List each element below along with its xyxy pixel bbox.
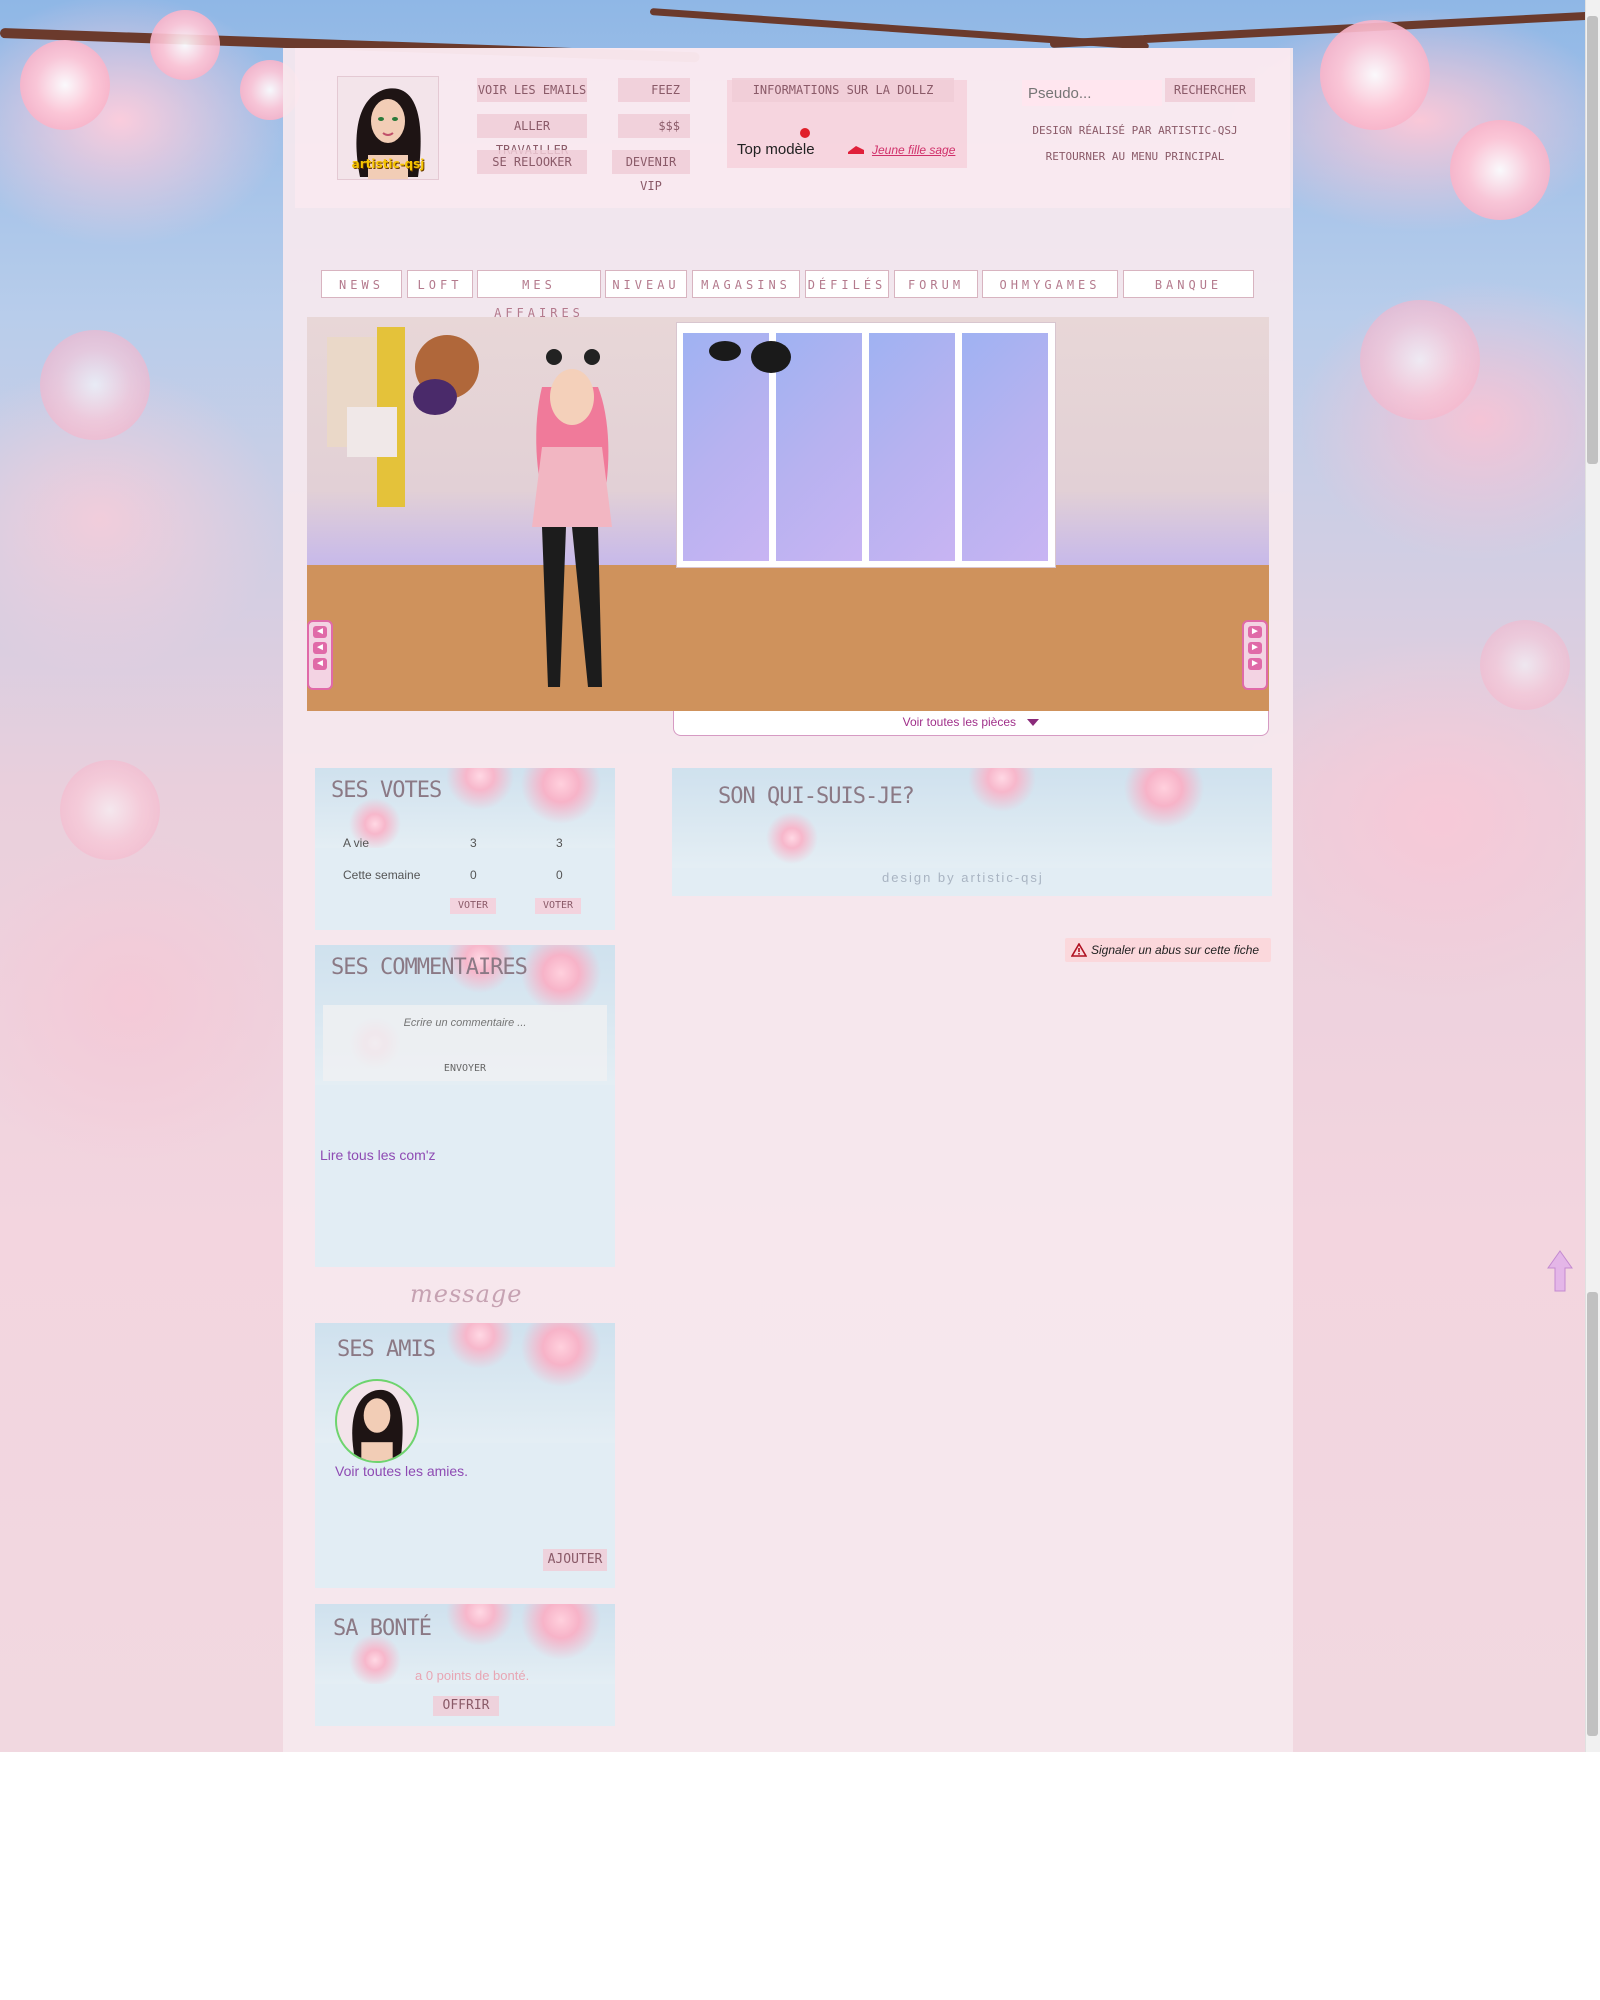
votes-week-a: 0 [470, 868, 477, 882]
header-avatar[interactable]: artistic-qsj [337, 76, 439, 180]
votes-week-label: Cette semaine [343, 868, 421, 882]
votes-lifetime-label: A vie [343, 836, 370, 850]
friends-title: SES AMIS [337, 1337, 436, 1362]
votes-panel: SES VOTES A vie 3 3 Cette semaine 0 0 VO… [315, 768, 615, 930]
vote-button-b[interactable]: VOTER [535, 898, 581, 914]
feez-link[interactable]: Feez [618, 78, 690, 102]
makeover-link[interactable]: Se relooker [477, 150, 587, 174]
report-abuse-button[interactable]: Signaler un abus sur cette fiche [1065, 938, 1271, 962]
read-all-comments-link[interactable]: Lire tous les com'z [320, 1147, 436, 1163]
votes-title: SES VOTES [331, 778, 442, 803]
shopping-bags-decoration-icon [327, 327, 479, 507]
votes-lifetime-a: 3 [470, 836, 477, 850]
kindness-points: a 0 points de bonté. [415, 1668, 530, 1683]
wigs-decoration-icon [709, 341, 791, 373]
arrow-right-icon: ► [1248, 658, 1262, 670]
nav-banque[interactable]: BANQUE [1123, 270, 1254, 298]
go-work-link[interactable]: Aller travailler [477, 114, 587, 157]
kindness-title: SA BONTÉ [333, 1616, 432, 1641]
friends-panel: SES AMIS Voir toutes les amies. AJOUTER [315, 1323, 615, 1588]
branch-decoration [1049, 11, 1590, 48]
about-panel: SON QUI-SUIS-JE? design by artistic-qsj [672, 768, 1272, 896]
become-vip-link[interactable]: Devenir VIP [612, 150, 690, 193]
arrow-left-icon: ◄ [313, 626, 327, 638]
scrollbar-thumb[interactable] [1587, 16, 1598, 464]
loft-room-view [307, 317, 1269, 711]
offer-kindness-button[interactable]: OFFRIR [433, 1696, 499, 1716]
nav-forum[interactable]: FORUM [894, 270, 978, 298]
window-pane [962, 333, 1048, 561]
vote-button-a[interactable]: VOTER [450, 898, 496, 914]
comments-title: SES COMMENTAIRES [331, 955, 528, 980]
money-link[interactable]: $$$ [618, 114, 690, 138]
nav-loft[interactable]: LOFT [407, 270, 473, 298]
view-all-friends-link[interactable]: Voir toutes les amies. [335, 1463, 468, 1479]
report-abuse-label: Signaler un abus sur cette fiche [1091, 943, 1260, 957]
votes-week-b: 0 [556, 868, 563, 882]
blossom-decoration [1480, 620, 1570, 710]
status-link[interactable]: Jeune fille sage [872, 143, 955, 157]
about-credit: design by artistic-qsj [882, 870, 1044, 885]
room-window [676, 322, 1056, 568]
friend-avatar[interactable] [335, 1379, 419, 1463]
status-label: Top modèle [737, 141, 815, 158]
arrow-left-icon: ◄ [313, 658, 327, 670]
votes-lifetime-b: 3 [556, 836, 563, 850]
view-all-rooms-label: Voir toutes les pièces [902, 715, 1017, 729]
arrow-right-icon: ► [1248, 642, 1262, 654]
scrollbar-thumb-secondary[interactable] [1587, 1292, 1598, 1736]
view-all-rooms-button[interactable]: Voir toutes les pièces [673, 711, 1269, 736]
blossom-decoration [150, 10, 220, 80]
chevron-down-icon [1027, 719, 1040, 727]
add-friend-button[interactable]: AJOUTER [543, 1549, 607, 1571]
blossom-decoration [1360, 300, 1480, 420]
nav-ohmygames[interactable]: OHMYGAMES [982, 270, 1118, 298]
blossom-decoration [60, 760, 160, 860]
room-next-arrows[interactable]: ► ► ► [1242, 620, 1268, 690]
heels-icon [848, 146, 864, 154]
blossom-decoration [20, 40, 110, 130]
arrow-right-icon: ► [1248, 626, 1262, 638]
avatar-label: artistic-qsj [351, 157, 425, 171]
about-title: SON QUI-SUIS-JE? [718, 784, 915, 809]
nav-news[interactable]: NEWS [321, 270, 402, 298]
search-button[interactable]: Rechercher [1165, 78, 1255, 102]
nav-mes-affaires[interactable]: MES AFFAIRES [477, 270, 601, 320]
room-prev-arrows[interactable]: ◄ ◄ ◄ [307, 620, 333, 690]
send-comment-button[interactable]: ENVOYER [435, 1063, 495, 1074]
dollz-avatar-icon [352, 1389, 403, 1461]
nav-magasins[interactable]: MAGASINS [692, 270, 800, 298]
design-credit: Design réalisé par artistic-qsj [1032, 124, 1238, 137]
panel-header-blossoms [672, 768, 1272, 868]
dollz-character-icon [532, 349, 612, 687]
blossom-decoration [40, 330, 150, 440]
message-label: message [410, 1280, 523, 1308]
scroll-to-top-arrow-icon[interactable] [1547, 1250, 1573, 1292]
back-to-menu-link[interactable]: Retourner au menu principal [1030, 150, 1240, 163]
comments-panel: SES COMMENTAIRES ENVOYER Lire tous les c… [315, 945, 615, 1267]
dollz-info-button[interactable]: Informations sur la Dollz [732, 78, 954, 102]
apple-icon [800, 128, 810, 138]
kindness-panel: SA BONTÉ a 0 points de bonté. OFFRIR [315, 1604, 615, 1726]
arrow-left-icon: ◄ [313, 642, 327, 654]
room-floor [307, 565, 1269, 711]
nav-niveau[interactable]: NIVEAU [605, 270, 687, 298]
warning-icon [1071, 943, 1087, 957]
blossom-decoration [1450, 120, 1550, 220]
blossom-decoration [1320, 20, 1430, 130]
pseudo-search-input[interactable] [1022, 80, 1162, 106]
view-emails-link[interactable]: Voir les emails [477, 78, 587, 102]
nav-defiles[interactable]: DÉFILÉS [805, 270, 889, 298]
window-pane [869, 333, 955, 561]
